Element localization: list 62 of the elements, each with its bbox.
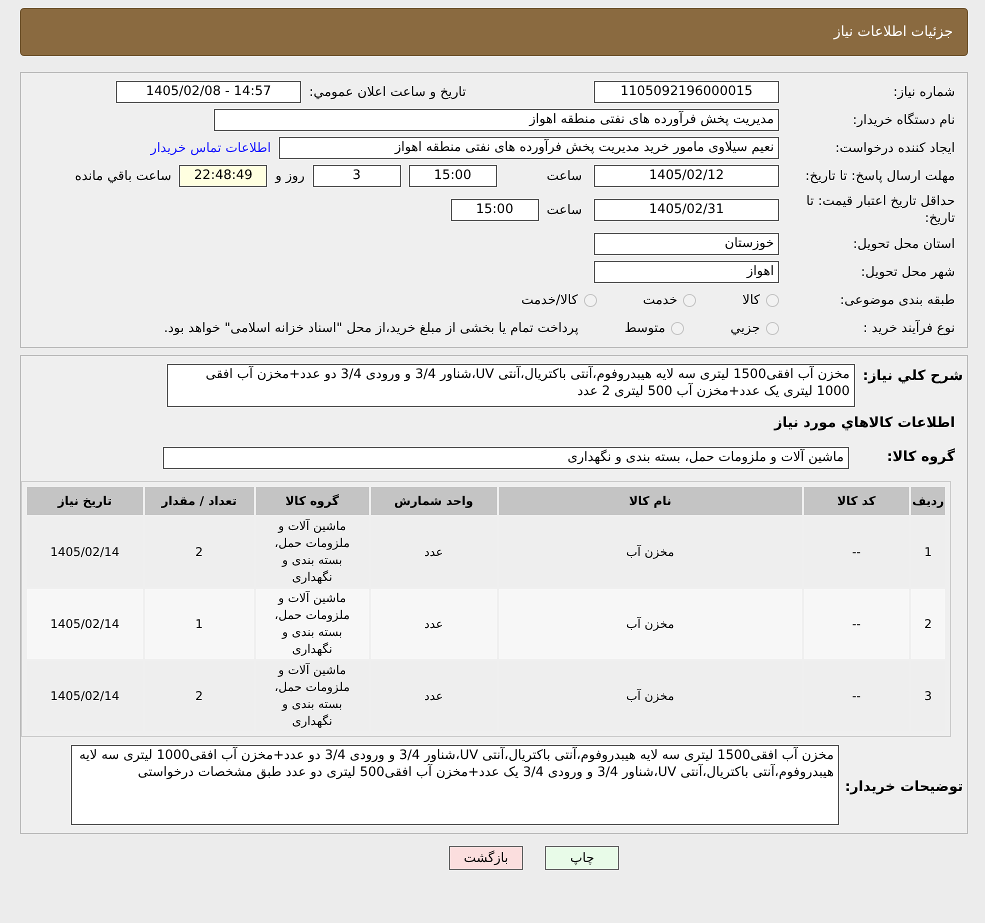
city-field: اهواز (594, 261, 779, 283)
column-header: نام کالا (498, 487, 802, 515)
radio-label: متوسط (624, 320, 666, 336)
radio-button[interactable] (671, 322, 684, 334)
field-label: توضیحات خریدار: (844, 778, 963, 795)
radio-label: کالا (742, 292, 760, 308)
date-field: 1405/02/31 (594, 199, 779, 221)
contact-link[interactable]: اطلاعات تماس خریدار (150, 140, 271, 156)
need-number-field: 1105092196000015 (594, 81, 779, 103)
requester-field: نعیم سیلاوی مامور خرید مدیریت پخش فرآورده های نفتی منطقه اهواز (279, 137, 779, 159)
note-text: پرداخت تمام یا بخشی از مبلغ خرید،از محل "اسناد خزانه اسلامی" خواهد بود. (164, 320, 578, 336)
column-header: گروه کالا (256, 487, 369, 515)
province-field: خوزستان (594, 233, 779, 255)
radio-button[interactable] (683, 294, 696, 306)
field-label: طبقه بندی موضوعی: (838, 292, 955, 308)
days-field: 3 (312, 165, 401, 187)
table-cell: 2 (911, 589, 945, 659)
field-label: نوع فرآیند خرید : (862, 320, 955, 336)
field-label: روز و (275, 168, 305, 184)
radio-label: کالا/خدمت (521, 292, 578, 308)
field-label: ساعت (546, 202, 582, 218)
summary-field: مخزن آب افقی1500 لیتری سه لایه هیبدروفوم،آنتی باکتریال،آنتی UV،شناور 3/4 و ورودی 3/4 دو عدد+مخزن آب افقی 1000 لیتری یک عدد+مخزن آب 500 لیتری 2 عدد (166, 364, 855, 407)
announce-date-field: 1405/02/08 - 14:57 (116, 81, 302, 103)
time-field: 15:00 (450, 199, 539, 221)
print-button[interactable]: چاپ (545, 846, 620, 870)
table-cell: -- (804, 589, 910, 659)
field-label: ایجاد کننده درخواست: (834, 140, 955, 156)
column-header: ردیف (911, 487, 945, 515)
field-label: شرح کلي نياز: (862, 367, 963, 384)
radio-label: خدمت (642, 292, 678, 308)
column-header: کد کالا (804, 487, 910, 515)
table-cell: ماشین آلات و ملزومات حمل، بسته بندی و نگهداری (256, 589, 369, 659)
field-label: تاريخ و ساعت اعلان عمومي: (309, 84, 466, 100)
countdown-field: 22:48:49 (179, 165, 268, 187)
field-label: شماره نیاز: (892, 84, 955, 100)
field-label: مهلت ارسال پاسخ: تا تاریخ: (804, 168, 955, 184)
field-label: ساعت باقي مانده (74, 168, 172, 184)
column-header: واحد شمارش (370, 487, 497, 515)
table-cell: 1 (144, 589, 254, 659)
table-cell: مخزن آب (498, 589, 802, 659)
field-label: ساعت (546, 168, 582, 184)
buyer-org-field: مدیریت پخش فرآورده های نفتی منطقه اهواز (214, 109, 779, 131)
field-label: نام دستگاه خریدار: (852, 112, 955, 128)
radio-button[interactable] (766, 294, 779, 306)
back-button[interactable]: بازگشت (448, 846, 524, 870)
buyer-notes-field: مخزن آب افقی1500 لیتری سه لایه هیبدروفوم،آنتی باکتریال،آنتی UV،شناور 3/4 و ورودی 3/4 دو عدد+مخزن آب افقی1000 لیتری سه لایه هیبدروفوم،آنتی باکتریال،آنتی UV،شناور 3/4 و ورودی 3/4 یک عدد+مخزن آب افقی500 لیتری دو عدد طبق مشخصات درخواستی (70, 745, 839, 825)
table-cell: 1405/02/14 (27, 589, 143, 659)
goods-group-field: ماشین آلات و ملزومات حمل، بسته بندی و نگهداری (162, 447, 849, 469)
radio-button[interactable] (766, 322, 779, 334)
column-header: تاریخ نیاز (27, 487, 143, 515)
column-header: تعداد / مقدار (144, 487, 254, 515)
field-label: حداقل تاریخ اعتبار قیمت: تا تاریخ: (805, 193, 955, 227)
table-cell: عدد (370, 589, 497, 659)
radio-label: جزيي (730, 320, 760, 336)
section-title: اطلاعات کالاهاي مورد نياز (772, 415, 955, 431)
radio-button[interactable] (584, 294, 597, 306)
date-field: 1405/02/12 (594, 165, 779, 187)
field-label: استان محل تحویل: (852, 236, 955, 252)
page-header: جزئیات اطلاعات نیاز (20, 8, 968, 56)
time-field: 15:00 (408, 165, 497, 187)
field-label: گروه کالا: (886, 447, 955, 465)
field-label: شهر محل تحویل: (860, 264, 955, 280)
